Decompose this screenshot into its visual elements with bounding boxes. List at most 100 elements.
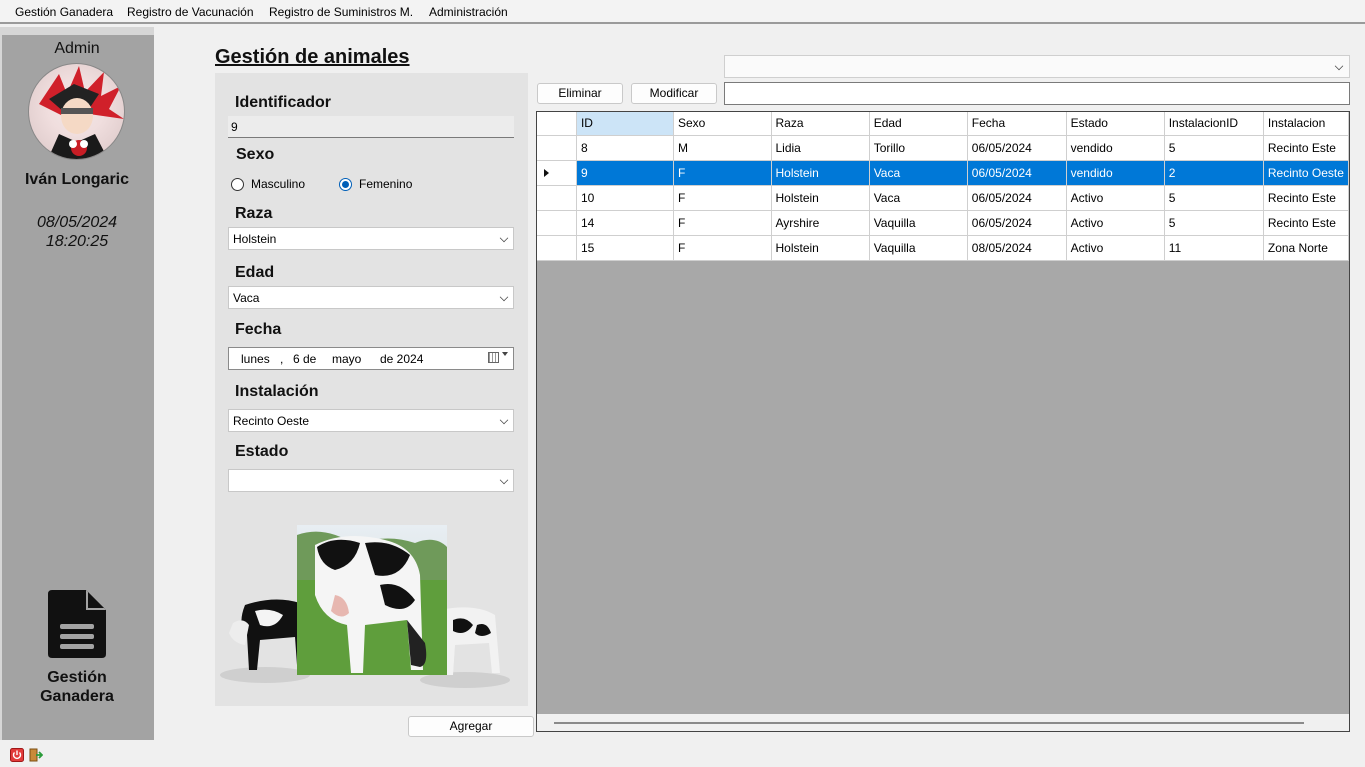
- table-cell[interactable]: Vaquilla: [869, 210, 968, 236]
- row-header[interactable]: [537, 235, 577, 261]
- module-label[interactable]: Gestión Ganadera: [2, 668, 152, 706]
- table-row-selected[interactable]: 9 F Holstein Vaca 06/05/2024 vendido 2 R…: [537, 160, 1349, 186]
- table-cell[interactable]: Recinto Este: [1263, 210, 1349, 236]
- table-cell[interactable]: 14: [576, 210, 674, 236]
- horizontal-scrollbar[interactable]: [537, 714, 1349, 731]
- column-header-edad[interactable]: Edad: [869, 112, 968, 136]
- table-cell[interactable]: 8: [576, 135, 674, 161]
- table-cell[interactable]: 5: [1164, 210, 1264, 236]
- table-cell[interactable]: Lidia: [771, 135, 870, 161]
- table-cell[interactable]: Zona Norte: [1263, 235, 1349, 261]
- column-header-instalacionid[interactable]: InstalacionID: [1164, 112, 1264, 136]
- table-cell[interactable]: Activo: [1066, 185, 1165, 211]
- radio-masculino-dot[interactable]: [231, 177, 244, 191]
- modify-button[interactable]: Modificar: [631, 83, 717, 104]
- table-cell[interactable]: 15: [576, 235, 674, 261]
- table-cell[interactable]: M: [673, 135, 772, 161]
- table-cell[interactable]: Holstein: [771, 235, 870, 261]
- date-weekday[interactable]: lunes: [241, 352, 270, 366]
- radio-femenino-dot[interactable]: [339, 177, 352, 191]
- chevron-down-icon: [499, 233, 509, 243]
- row-header[interactable]: [537, 185, 577, 211]
- table-cell[interactable]: Vaca: [869, 185, 968, 211]
- table-cell[interactable]: 06/05/2024: [967, 160, 1067, 186]
- scrollbar-thumb[interactable]: [554, 722, 1304, 724]
- table-cell[interactable]: 11: [1164, 235, 1264, 261]
- radio-femenino[interactable]: Femenino: [339, 177, 412, 191]
- row-header[interactable]: [537, 135, 577, 161]
- breed-select[interactable]: Holstein: [228, 227, 514, 250]
- table-cell[interactable]: Holstein: [771, 185, 870, 211]
- table-cell[interactable]: F: [673, 185, 772, 211]
- table-cell[interactable]: Activo: [1066, 210, 1165, 236]
- table-cell[interactable]: Ayrshire: [771, 210, 870, 236]
- column-header-raza[interactable]: Raza: [771, 112, 870, 136]
- table-cell[interactable]: 06/05/2024: [967, 135, 1067, 161]
- column-header-sexo[interactable]: Sexo: [673, 112, 772, 136]
- table-row[interactable]: 14 F Ayrshire Vaquilla 06/05/2024 Activo…: [537, 210, 1349, 236]
- search-input[interactable]: [724, 82, 1350, 105]
- table-cell[interactable]: 06/05/2024: [967, 210, 1067, 236]
- table-cell[interactable]: 08/05/2024: [967, 235, 1067, 261]
- date-picker[interactable]: lunes , 6 de mayo de 2024: [228, 347, 514, 370]
- delete-button[interactable]: Eliminar: [537, 83, 623, 104]
- calendar-icon[interactable]: [488, 352, 499, 363]
- state-select[interactable]: [228, 469, 514, 492]
- row-header[interactable]: [537, 160, 577, 186]
- menu-registro-vacunacion[interactable]: Registro de Vacunación: [127, 5, 254, 19]
- table-cell[interactable]: Vaca: [869, 160, 968, 186]
- date-day[interactable]: 6 de: [293, 352, 316, 366]
- table-cell[interactable]: Recinto Oeste: [1263, 160, 1349, 186]
- column-header-estado[interactable]: Estado: [1066, 112, 1165, 136]
- sex-label: Sexo: [236, 146, 275, 163]
- logout-icon[interactable]: [29, 748, 43, 762]
- power-icon[interactable]: [10, 748, 24, 762]
- table-cell[interactable]: Vaquilla: [869, 235, 968, 261]
- table-row[interactable]: 15 F Holstein Vaquilla 08/05/2024 Activo…: [537, 235, 1349, 261]
- chevron-down-icon[interactable]: [502, 352, 508, 356]
- table-cell[interactable]: Activo: [1066, 235, 1165, 261]
- table-cell[interactable]: 06/05/2024: [967, 185, 1067, 211]
- date-year[interactable]: de 2024: [380, 352, 423, 366]
- table-cell[interactable]: F: [673, 235, 772, 261]
- column-header-instalacion[interactable]: Instalacion: [1263, 112, 1349, 136]
- menu-administracion[interactable]: Administración: [429, 5, 508, 19]
- install-select-value: Recinto Oeste: [233, 414, 310, 428]
- table-cell[interactable]: 10: [576, 185, 674, 211]
- install-select[interactable]: Recinto Oeste: [228, 409, 514, 432]
- column-header-fecha[interactable]: Fecha: [967, 112, 1067, 136]
- breed-label: Raza: [235, 205, 273, 222]
- table-cell[interactable]: vendido: [1066, 160, 1165, 186]
- column-header-id[interactable]: ID: [576, 112, 674, 136]
- table-cell[interactable]: 2: [1164, 160, 1264, 186]
- add-button[interactable]: Agregar: [408, 716, 534, 737]
- date-month[interactable]: mayo: [332, 352, 361, 366]
- row-header[interactable]: [537, 210, 577, 236]
- table-cell[interactable]: 9: [576, 160, 674, 186]
- table-cell[interactable]: F: [673, 210, 772, 236]
- menu-registro-suministros[interactable]: Registro de Suministros M.: [269, 5, 413, 19]
- table-cell[interactable]: vendido: [1066, 135, 1165, 161]
- age-select[interactable]: Vaca: [228, 286, 514, 309]
- avatar: [28, 63, 125, 160]
- radio-masculino[interactable]: Masculino: [231, 177, 305, 191]
- table-cell[interactable]: Recinto Este: [1263, 185, 1349, 211]
- radio-masculino-label: Masculino: [251, 177, 306, 191]
- row-header-corner[interactable]: [537, 112, 577, 136]
- id-field[interactable]: 9: [228, 116, 514, 138]
- animals-grid[interactable]: ID Sexo Raza Edad Fecha Estado Instalaci…: [536, 111, 1350, 732]
- table-cell[interactable]: 5: [1164, 135, 1264, 161]
- state-label: Estado: [235, 443, 289, 460]
- table-cell[interactable]: Holstein: [771, 160, 870, 186]
- filter-select[interactable]: [724, 55, 1350, 78]
- table-row[interactable]: 10 F Holstein Vaca 06/05/2024 Activo 5 R…: [537, 185, 1349, 211]
- menu-gestion-ganadera[interactable]: Gestión Ganadera: [15, 5, 113, 19]
- table-cell[interactable]: Torillo: [869, 135, 968, 161]
- document-icon[interactable]: [46, 588, 108, 660]
- current-time: 18:20:25: [45, 233, 109, 250]
- table-cell[interactable]: 5: [1164, 185, 1264, 211]
- table-cell[interactable]: F: [673, 160, 772, 186]
- table-cell[interactable]: Recinto Este: [1263, 135, 1349, 161]
- table-row[interactable]: 8 M Lidia Torillo 06/05/2024 vendido 5 R…: [537, 135, 1349, 161]
- user-role: Admin: [54, 40, 100, 57]
